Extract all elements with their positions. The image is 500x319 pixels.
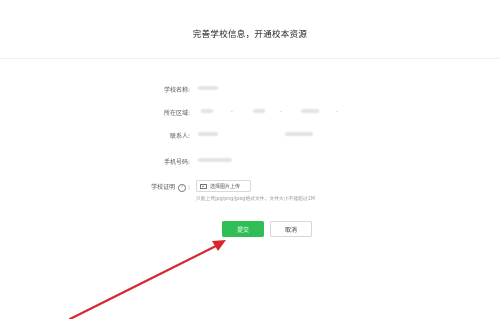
district-select[interactable]: ⌄: [293, 105, 341, 117]
cancel-button[interactable]: 取消: [270, 221, 312, 237]
school-name-value-redacted[interactable]: [198, 86, 218, 90]
help-circle-icon[interactable]: ?: [178, 183, 187, 192]
phone-label: 手机号码:: [163, 159, 190, 166]
upload-hint: 只能上传jpg/png/jpeg格式文件，文件大小不能超过1M: [196, 197, 315, 202]
province-select[interactable]: ⌄: [196, 105, 236, 117]
page: 完善学校信息，开通校本资源 学校名称: 所在区域: ⌄ ⌄ ⌄ 联系人: 手机号…: [0, 0, 500, 319]
upload-image-button[interactable]: 选择图片上传: [196, 180, 251, 192]
certificate-colon: :: [187, 184, 190, 191]
certificate-label: 学校证明: [151, 184, 176, 191]
contact-extra-redacted[interactable]: [285, 132, 313, 136]
school-name-label: 学校名称:: [163, 87, 190, 94]
submit-button[interactable]: 提交: [222, 221, 264, 237]
phone-value-redacted[interactable]: [198, 158, 232, 162]
contact-name-redacted[interactable]: [198, 132, 218, 136]
school-info-form: 学校名称: 所在区域: ⌄ ⌄ ⌄ 联系人: 手机号码: 学校证明 ? : 选择…: [0, 0, 500, 319]
certificate-label-row: 学校证明 ? :: [0, 182, 190, 192]
city-select[interactable]: ⌄: [245, 105, 285, 117]
contact-label: 联系人:: [169, 133, 190, 140]
district-value-redacted: [301, 109, 319, 113]
chevron-down-icon: ⌄: [278, 108, 283, 114]
chevron-down-icon: ⌄: [229, 108, 234, 114]
upload-button-label: 选择图片上传: [210, 183, 241, 190]
province-value-redacted: [201, 109, 213, 113]
region-label: 所在区域:: [163, 110, 190, 117]
city-value-redacted: [253, 109, 265, 113]
chevron-down-icon: ⌄: [334, 108, 339, 114]
image-icon: [200, 183, 207, 189]
